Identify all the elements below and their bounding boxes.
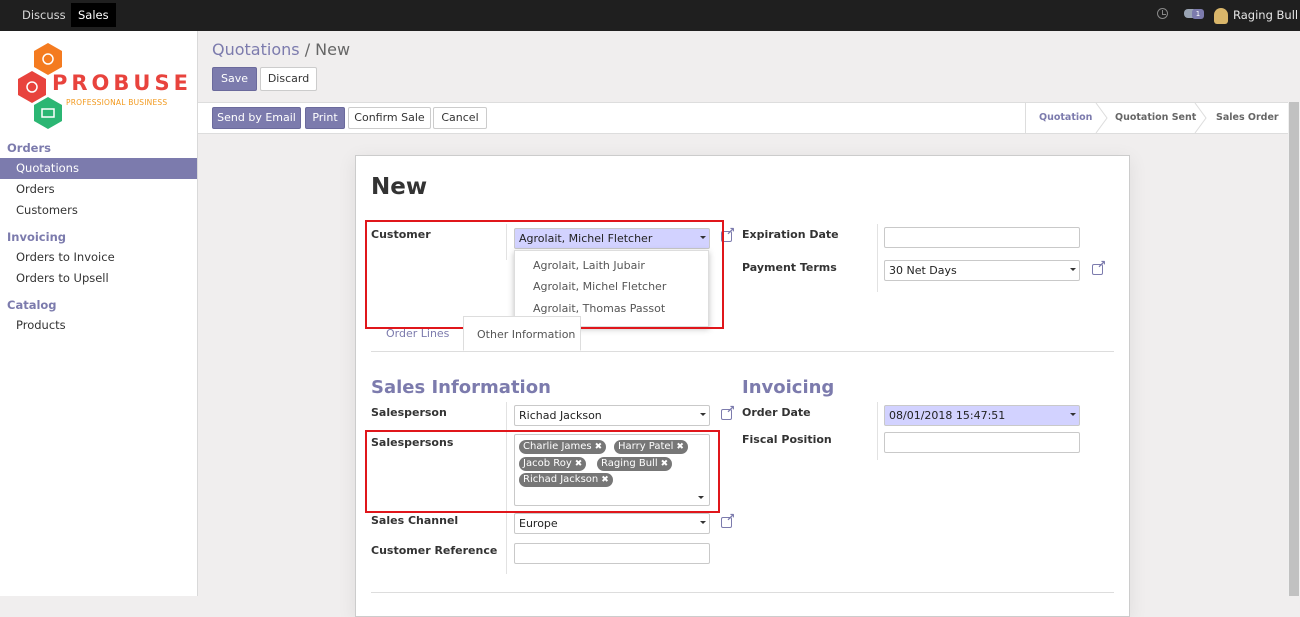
- sidebar: PROBUSE PROFESSIONAL BUSINESS Orders Quo…: [0, 31, 198, 596]
- scrollbar-thumb[interactable]: [1289, 102, 1299, 596]
- user-avatar[interactable]: [1214, 8, 1228, 24]
- tag-label: Harry Patel: [618, 441, 674, 452]
- remove-tag-icon[interactable]: ✖: [676, 442, 684, 452]
- send-by-email-button[interactable]: Send by Email: [212, 107, 301, 129]
- sidebar-item-orders-to-invoice[interactable]: Orders to Invoice: [0, 247, 197, 268]
- customer-reference-label: Customer Reference: [371, 544, 498, 557]
- invoicing-title: Invoicing: [742, 377, 835, 398]
- messages-count-badge: 1: [1192, 9, 1204, 19]
- customer-dropdown-caret-icon[interactable]: [700, 236, 706, 239]
- remove-tag-icon[interactable]: ✖: [595, 442, 603, 452]
- breadcrumb-separator: /: [304, 40, 311, 59]
- customer-external-link-icon[interactable]: ↗: [721, 226, 737, 244]
- autocomplete-option[interactable]: Agrolait, Michel Fletcher: [533, 280, 666, 293]
- sidebar-item-orders-to-upsell[interactable]: Orders to Upsell: [0, 268, 197, 289]
- logo-brand-text: PROBUSE: [52, 71, 192, 95]
- autocomplete-option[interactable]: Agrolait, Thomas Passot: [533, 302, 665, 315]
- stage-arrow-icon: [1095, 103, 1108, 133]
- menu-discuss[interactable]: Discuss: [15, 3, 73, 27]
- breadcrumb: Quotations / New: [212, 40, 350, 59]
- confirm-sale-button[interactable]: Confirm Sale: [348, 107, 431, 129]
- stage-sales-order[interactable]: Sales Order: [1216, 103, 1279, 133]
- sidebar-section-orders: Orders: [7, 141, 51, 155]
- payment-terms-label: Payment Terms: [742, 261, 837, 274]
- remove-tag-icon[interactable]: ✖: [661, 459, 669, 469]
- sidebar-item-products[interactable]: Products: [0, 315, 197, 336]
- sidebar-item-quotations[interactable]: Quotations: [0, 158, 197, 179]
- customer-reference-input[interactable]: [514, 543, 710, 564]
- autocomplete-option[interactable]: Agrolait, Laith Jubair: [533, 259, 645, 272]
- field-divider: [877, 402, 878, 460]
- company-logo: PROBUSE PROFESSIONAL BUSINESS: [16, 41, 188, 131]
- tab-order-lines[interactable]: Order Lines: [386, 316, 449, 351]
- stage-quotation[interactable]: Quotation: [1039, 103, 1092, 133]
- salesperson-external-link-icon[interactable]: ↗: [721, 404, 737, 422]
- order-date-caret-icon[interactable]: [1070, 413, 1076, 416]
- stage-arrow-icon: [1194, 103, 1207, 133]
- tag-label: Charlie James: [523, 441, 592, 452]
- expiration-date-input[interactable]: [884, 227, 1080, 248]
- field-divider: [877, 224, 878, 292]
- fiscal-position-label: Fiscal Position: [742, 433, 832, 446]
- tag-jacob-roy: Jacob Roy ✖: [519, 457, 587, 471]
- logo-tagline: PROFESSIONAL BUSINESS: [66, 98, 168, 107]
- customer-label: Customer: [371, 228, 431, 241]
- salesperson-caret-icon[interactable]: [700, 413, 706, 416]
- field-divider: [506, 402, 507, 574]
- save-button[interactable]: Save: [212, 67, 257, 91]
- sidebar-item-customers[interactable]: Customers: [0, 200, 197, 221]
- sales-channel-select[interactable]: Europe: [514, 513, 710, 534]
- cancel-button[interactable]: Cancel: [433, 107, 487, 129]
- customer-input[interactable]: Agrolait, Michel Fletcher: [514, 228, 710, 249]
- sales-channel-label: Sales Channel: [371, 514, 459, 527]
- payment-terms-external-link-icon[interactable]: ↗: [1092, 259, 1108, 277]
- salespersons-many2many-tags[interactable]: Charlie James ✖ Harry Patel ✖ Jacob Roy ✖ R…: [514, 434, 710, 506]
- remove-tag-icon[interactable]: ✖: [601, 475, 609, 485]
- breadcrumb-current: New: [315, 40, 351, 59]
- sidebar-section-invoicing: Invoicing: [7, 230, 66, 244]
- form-statusbar: Send by Email Print Confirm Sale Cancel …: [198, 102, 1300, 134]
- tag-charlie-james: Charlie James ✖: [519, 440, 607, 454]
- tag-label: Richad Jackson: [523, 474, 599, 485]
- breadcrumb-quotations[interactable]: Quotations: [212, 40, 300, 59]
- payment-terms-caret-icon[interactable]: [1070, 268, 1076, 271]
- tag-label: Jacob Roy: [523, 458, 572, 469]
- form-sheet: New Customer Agrolait, Michel Fletcher ↗…: [355, 155, 1130, 617]
- top-navbar: Discuss Sales 1 Raging Bull: [0, 0, 1300, 31]
- order-date-label: Order Date: [742, 406, 811, 419]
- salespersons-caret-icon[interactable]: [698, 496, 704, 499]
- tab-other-information[interactable]: Other Information: [463, 316, 581, 351]
- payment-terms-select[interactable]: 30 Net Days: [884, 260, 1080, 281]
- sales-information-title: Sales Information: [371, 377, 551, 398]
- tag-richad-jackson: Richad Jackson ✖: [519, 473, 613, 487]
- print-button[interactable]: Print: [305, 107, 345, 129]
- field-divider: [506, 224, 507, 260]
- statusbar-divider: [1025, 103, 1026, 133]
- tag-harry-patel: Harry Patel ✖: [614, 440, 688, 454]
- order-date-input[interactable]: 08/01/2018 15:47:51: [884, 405, 1080, 426]
- tag-label: Raging Bull: [601, 458, 658, 469]
- section-divider: [371, 592, 1114, 593]
- record-title: New: [371, 174, 428, 200]
- stage-quotation-sent[interactable]: Quotation Sent: [1115, 103, 1196, 133]
- fiscal-position-select[interactable]: [884, 432, 1080, 453]
- salespersons-label: Salespersons: [371, 436, 454, 449]
- expiration-date-label: Expiration Date: [742, 228, 839, 241]
- remove-tag-icon[interactable]: ✖: [575, 459, 583, 469]
- user-menu-name[interactable]: Raging Bull: [1233, 3, 1298, 27]
- salesperson-label: Salesperson: [371, 406, 447, 419]
- discard-button[interactable]: Discard: [260, 67, 317, 91]
- activity-clock-icon[interactable]: [1157, 8, 1168, 19]
- sales-channel-external-link-icon[interactable]: ↗: [721, 512, 737, 530]
- salesperson-select[interactable]: Richad Jackson: [514, 405, 710, 426]
- sales-channel-caret-icon[interactable]: [700, 521, 706, 524]
- menu-sales[interactable]: Sales: [71, 3, 116, 27]
- sidebar-section-catalog: Catalog: [7, 298, 57, 312]
- sidebar-item-orders[interactable]: Orders: [0, 179, 197, 200]
- tag-raging-bull: Raging Bull ✖: [597, 457, 673, 471]
